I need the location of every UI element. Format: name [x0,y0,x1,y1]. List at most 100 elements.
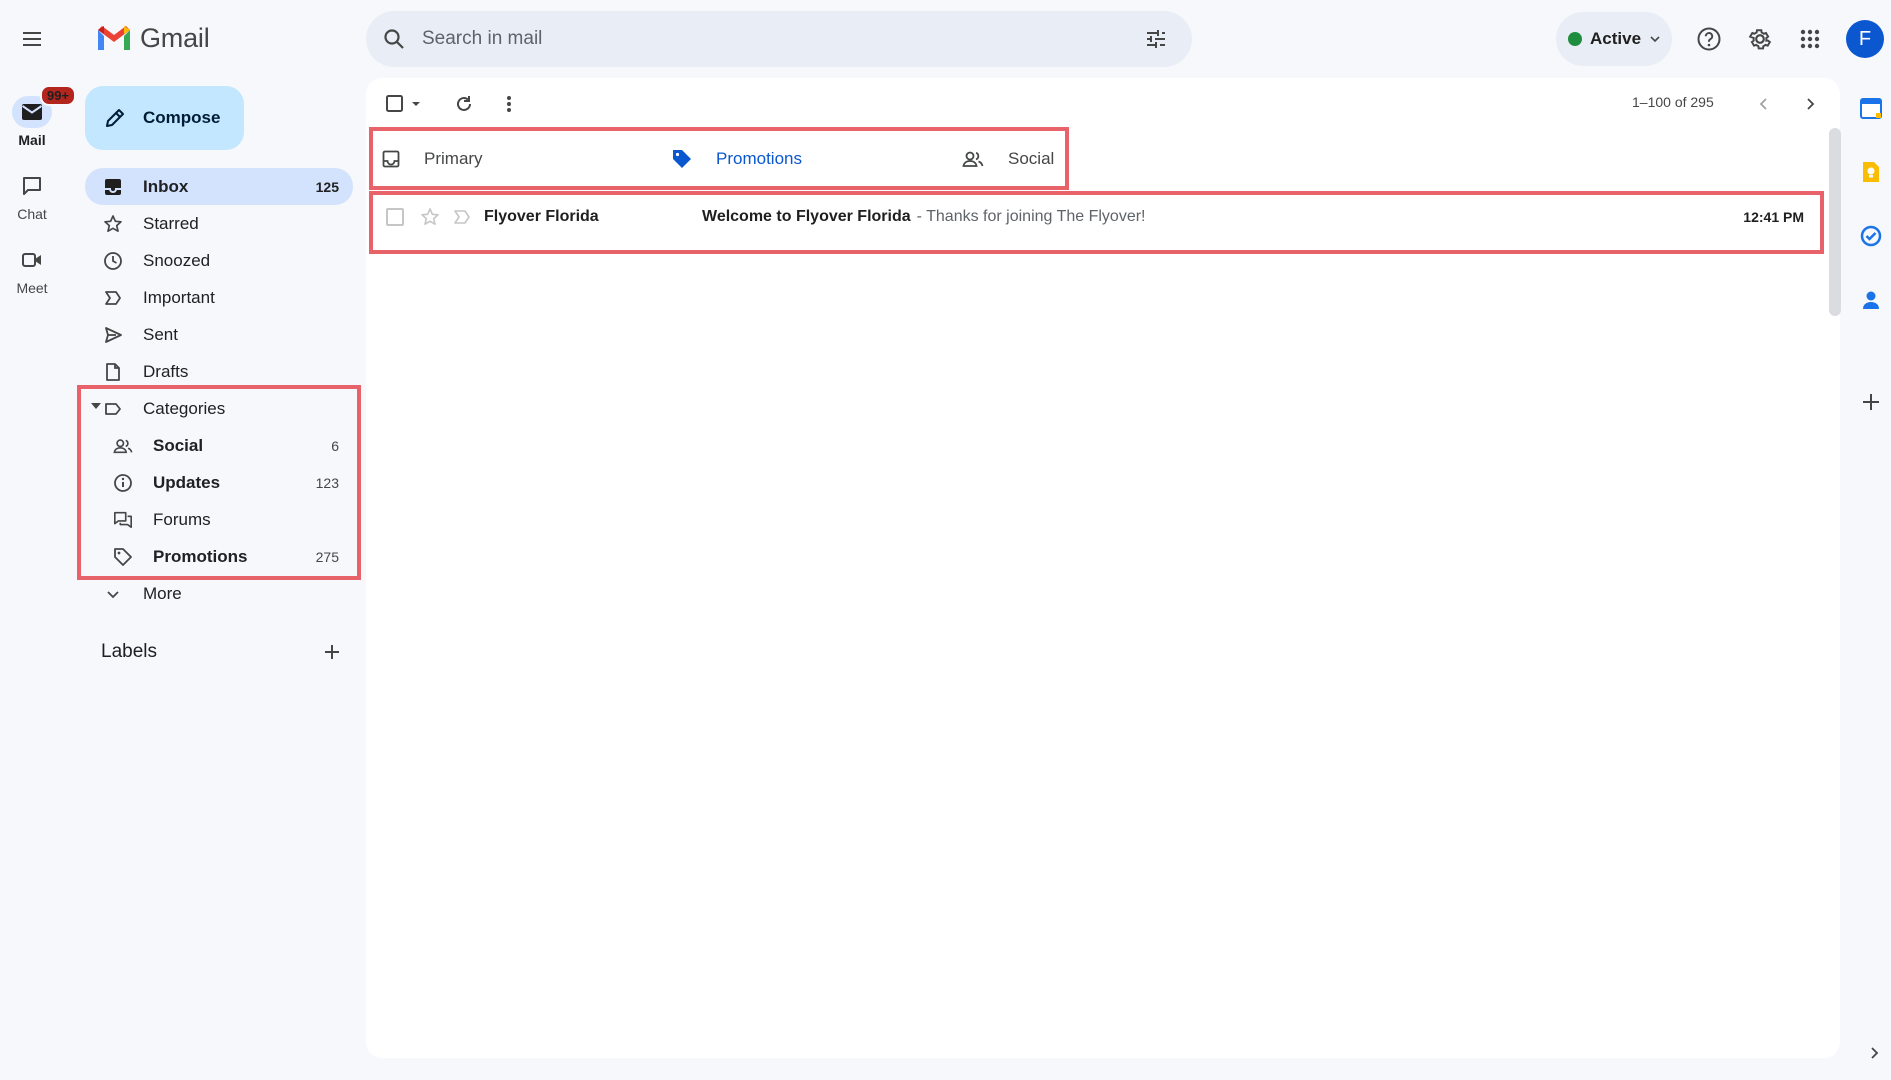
status-label: Active [1590,29,1642,48]
mail-icon [21,104,43,120]
nav-item-sent[interactable]: Sent [85,316,353,353]
newer-page-button[interactable] [1746,86,1782,122]
calendar-button[interactable] [1855,92,1887,124]
email-time: 12:41 PM [1743,209,1804,225]
help-icon [1697,27,1721,51]
settings-button[interactable] [1738,17,1782,61]
google-apps-button[interactable] [1788,17,1832,61]
nav-label-categories: Categories [143,398,226,418]
nav-label-social: Social [153,435,204,455]
labels-section-header: Labels [101,640,341,664]
caret-down-icon[interactable] [91,403,101,409]
more-actions-button[interactable] [491,86,527,122]
chevron-down-icon [107,590,119,598]
contacts-icon [1863,291,1879,309]
app-name: Gmail [140,22,210,53]
gmail-logo[interactable]: Gmail [96,20,210,56]
tab-primary[interactable]: Primary [366,130,656,188]
rail-mail-icon-wrap: 99+ [12,85,77,128]
search-options-button[interactable] [1128,11,1184,67]
plus-icon[interactable] [323,643,341,661]
tag-icon [673,150,691,168]
nav-item-forums[interactable]: Forums [85,501,353,538]
gmail-m-icon [98,26,130,50]
rail-label-mail: Mail [18,132,46,148]
pagination-info: 1–100 of 295 [1632,94,1714,110]
nav-label-updates: Updates [153,472,221,492]
nav-item-social[interactable]: Social 6 [85,427,353,464]
chevron-down-icon [1650,36,1660,43]
nav-count-updates: 123 [315,474,339,491]
status-dot [1568,32,1582,46]
nav-label-sent: Sent [143,324,178,344]
main-menu-button[interactable] [12,15,52,63]
important-icon [454,210,470,224]
gear-icon [1748,29,1772,50]
more-vert-icon [507,96,511,112]
hamburger-icon [23,32,41,46]
rail-item-mail[interactable]: 99+ Mail [0,85,77,148]
nav-label-more: More [143,583,182,603]
get-addons-button[interactable] [1855,386,1887,418]
nav-item-categories[interactable]: Categories [85,390,353,427]
tab-promotions[interactable]: Promotions [656,130,946,188]
rail-item-meet[interactable]: Meet [0,244,64,296]
older-page-button[interactable] [1792,86,1828,122]
nav-item-updates[interactable]: Updates 123 [85,464,353,501]
checkbox-dropdown-icon [386,95,420,112]
labels-heading: Labels [101,641,157,662]
nav-item-drafts[interactable]: Drafts [85,353,353,390]
forum-icon [114,511,132,528]
compose-button[interactable]: Compose [85,86,244,150]
email-star-button[interactable] [420,207,440,227]
email-sender: Flyover Florida [484,208,599,225]
email-row[interactable]: Flyover Florida Welcome to Flyover Flori… [370,192,1818,242]
nav-item-more[interactable]: More [85,575,353,612]
email-important-button[interactable] [452,207,472,227]
inbox-icon [105,178,121,195]
status-selector[interactable]: Active [1556,12,1672,66]
contacts-button[interactable] [1855,284,1887,316]
plus-icon [1863,394,1879,410]
info-icon [114,473,132,492]
nav-item-snoozed[interactable]: Snoozed [85,242,353,279]
top-bar: Gmail Active F [0,0,1891,78]
nav-item-important[interactable]: Important [85,279,353,316]
rail-meet-icon-wrap [12,244,52,276]
mail-unread-badge: 99+ [40,85,77,106]
nav-item-inbox[interactable]: Inbox 125 [85,168,353,205]
chat-icon [23,177,41,195]
pencil-icon [106,109,124,127]
video-icon [22,253,41,267]
nav-item-promotions[interactable]: Promotions 275 [85,538,353,575]
nav-count-promotions: 275 [315,548,339,565]
email-select-checkbox[interactable] [386,208,404,226]
rail-item-chat[interactable]: Chat [0,170,64,222]
nav-label-drafts: Drafts [143,361,189,381]
select-all-checkbox[interactable] [378,86,432,122]
search-bar[interactable] [366,11,1192,67]
tasks-button[interactable] [1855,220,1887,252]
tab-social[interactable]: Social [946,130,1066,188]
tune-icon [1147,30,1165,48]
star-icon [421,208,439,225]
nav-count-social: 6 [331,437,339,454]
tag-icon [114,547,132,566]
nav-item-starred[interactable]: Starred [85,205,353,242]
refresh-button[interactable] [446,86,482,122]
calendar-icon [1860,98,1882,119]
keep-button[interactable] [1855,156,1887,188]
app-rail: 99+ Mail Chat Meet [0,78,77,1080]
compose-label: Compose [143,108,221,127]
support-button[interactable] [1687,17,1731,61]
email-snippet: - Thanks for joining The Flyover! [916,208,1146,225]
nav-count-inbox: 125 [315,178,339,195]
search-input[interactable] [422,28,1128,50]
mail-list-scrollbar[interactable] [1829,128,1841,316]
show-side-panel-button[interactable] [1858,1037,1890,1069]
draft-icon [106,362,120,381]
account-avatar[interactable]: F [1846,20,1884,58]
important-icon [105,290,121,305]
nav-label-promotions: Promotions [153,546,248,566]
search-button[interactable] [366,11,422,67]
